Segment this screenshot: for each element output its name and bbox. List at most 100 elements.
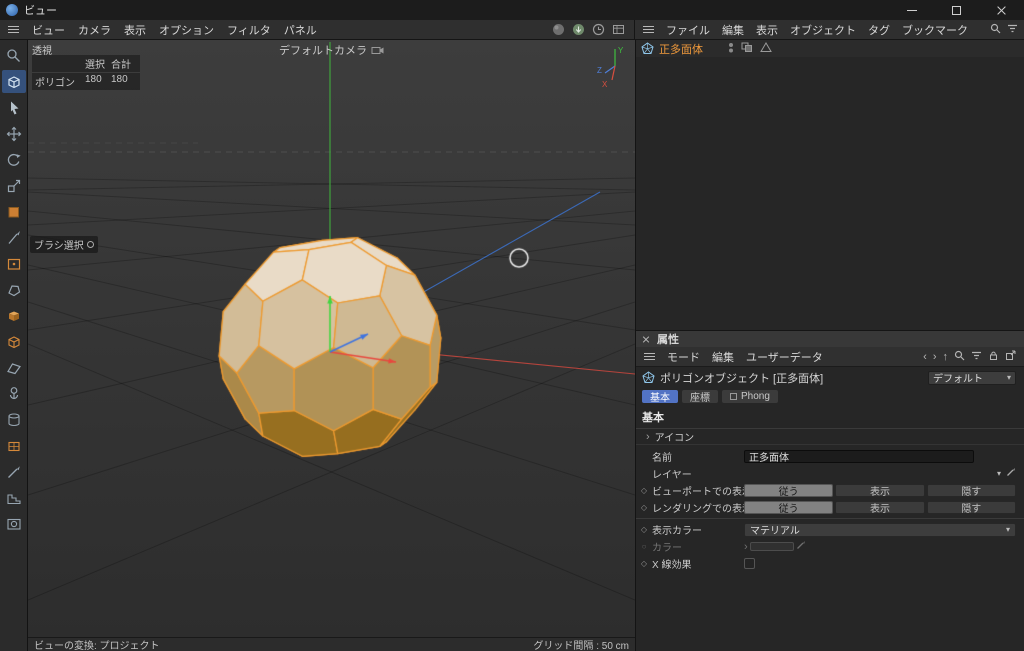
knife-tool-button[interactable]	[2, 226, 26, 249]
om-menu-edit[interactable]: 編集	[722, 22, 744, 38]
stairs-tool-button[interactable]	[2, 486, 26, 509]
cylinder-tool-button[interactable]	[2, 408, 26, 431]
minimize-button[interactable]	[889, 0, 934, 20]
cube-small-button[interactable]	[2, 434, 26, 457]
scale-tool-button[interactable]	[2, 174, 26, 197]
menu-options[interactable]: オプション	[159, 22, 214, 38]
cube-wire-button[interactable]	[2, 330, 26, 353]
render-vis-show-button[interactable]: 表示	[835, 501, 924, 514]
left-toolbar	[0, 40, 28, 651]
viewport-canvas[interactable]	[28, 40, 635, 637]
forward-icon[interactable]: ›	[933, 351, 937, 363]
viewport-vis-follow-button[interactable]: 従う	[744, 484, 833, 497]
render-vis-follow-button[interactable]: 従う	[744, 501, 833, 514]
pen-tool-button[interactable]	[2, 460, 26, 483]
attr-menu-mode[interactable]: モード	[667, 349, 700, 365]
object-manager-empty-area[interactable]	[636, 57, 1024, 330]
icon-group-row[interactable]: › アイコン	[636, 429, 1024, 445]
om-panel-menu-icon[interactable]	[643, 26, 654, 27]
search-icon[interactable]	[954, 350, 965, 364]
up-icon[interactable]: ↑	[943, 351, 949, 363]
lock-icon[interactable]	[988, 350, 999, 364]
menu-camera[interactable]: カメラ	[78, 22, 111, 38]
attribute-panel-title: 属性	[657, 331, 679, 347]
viewport-vis-show-button[interactable]: 表示	[835, 484, 924, 497]
search-icon[interactable]	[990, 21, 1001, 39]
layer-field-label: レイヤー	[652, 466, 744, 481]
render-visibility-label: レンダリングでの表示	[652, 500, 744, 515]
xray-checkbox[interactable]	[744, 558, 755, 569]
object-header-text: ポリゴンオブジェクト [正多面体]	[660, 370, 823, 386]
camera-label[interactable]: デフォルトカメラ	[279, 42, 384, 58]
app-window: ビュー ビュー カメラ 表示 オプション フィルタ パネル ファイル	[0, 0, 1024, 651]
anim-dot-icon[interactable]: ◇	[636, 525, 652, 534]
plane-tool-button[interactable]	[2, 356, 26, 379]
preset-dropdown[interactable]: デフォルト ▾	[928, 371, 1016, 385]
stats-selected-header: 選択	[85, 56, 111, 71]
name-input[interactable]	[744, 450, 974, 463]
render-history-icon[interactable]	[591, 22, 606, 37]
render-vis-hide-button[interactable]: 隠す	[927, 501, 1016, 514]
navigation-cube-button[interactable]	[2, 70, 26, 93]
capture-frame-button[interactable]	[2, 512, 26, 535]
maximize-button[interactable]	[934, 0, 979, 20]
om-menu-object[interactable]: オブジェクト	[790, 22, 856, 38]
attr-panel-menu-icon[interactable]	[644, 353, 655, 354]
brush-select-badge[interactable]: ブラシ選択	[30, 236, 98, 253]
brush-select-label: ブラシ選択	[34, 237, 84, 252]
om-menu-file[interactable]: ファイル	[666, 22, 710, 38]
polygon-tool-button[interactable]	[2, 278, 26, 301]
selection-arrow-button[interactable]	[2, 96, 26, 119]
viewport-3d-area[interactable]: 透視 デフォルトカメラ 選択 合計 ポリゴン 180 180	[28, 40, 635, 637]
attribute-empty-area	[636, 572, 1024, 651]
object-name[interactable]: 正多面体	[659, 41, 703, 57]
close-attr-icon[interactable]	[642, 335, 650, 343]
visibility-dots-icon[interactable]	[728, 42, 734, 56]
filter-icon[interactable]	[971, 350, 982, 364]
tab-basic[interactable]: 基本	[642, 390, 678, 403]
attr-menu-edit[interactable]: 編集	[712, 349, 734, 365]
frame-tool-button[interactable]	[2, 252, 26, 275]
render-picture-icon[interactable]	[571, 22, 586, 37]
tab-phong[interactable]: Phong	[722, 390, 778, 403]
menu-display[interactable]: 表示	[124, 22, 146, 38]
render-settings-icon[interactable]	[611, 22, 626, 37]
display-squares-icon[interactable]	[741, 42, 753, 56]
om-menu-bookmark[interactable]: ブックマーク	[902, 22, 968, 38]
close-button[interactable]	[979, 0, 1024, 20]
anim-dot-icon[interactable]: ◇	[636, 503, 652, 512]
object-row-icons	[728, 42, 772, 56]
pencil-icon[interactable]	[1006, 467, 1016, 480]
popout-icon[interactable]	[1005, 350, 1016, 364]
back-icon[interactable]: ‹	[923, 351, 927, 363]
menu-panel[interactable]: パネル	[284, 22, 317, 38]
attribute-menubar: モード 編集 ユーザーデータ ‹ › ↑	[636, 347, 1024, 367]
joint-tool-button[interactable]	[2, 382, 26, 405]
object-row[interactable]: 正多面体	[636, 40, 1024, 57]
om-menu-tag[interactable]: タグ	[868, 22, 890, 38]
zoom-tool-button[interactable]	[2, 44, 26, 67]
menu-row: ビュー カメラ 表示 オプション フィルタ パネル ファイル 編集 表示 オブジ…	[0, 20, 1024, 40]
menu-view[interactable]: ビュー	[32, 22, 65, 38]
color-swatch[interactable]	[2, 200, 26, 223]
object-manager-menubar: ファイル 編集 表示 オブジェクト タグ ブックマーク	[635, 20, 1024, 39]
om-menu-view[interactable]: 表示	[756, 22, 778, 38]
polygon-tag-icon[interactable]	[760, 42, 772, 56]
rotate-tool-button[interactable]	[2, 148, 26, 171]
attr-menu-userdata[interactable]: ユーザーデータ	[746, 349, 823, 365]
chevron-down-icon[interactable]: ▾	[997, 469, 1001, 478]
render-visibility-row: ◇ レンダリングでの表示 従う 表示 隠す	[636, 499, 1024, 516]
anim-dot-icon[interactable]: ◇	[636, 486, 652, 495]
panel-menu-icon[interactable]	[8, 26, 19, 27]
move-tool-button[interactable]	[2, 122, 26, 145]
filter-icon[interactable]	[1007, 21, 1018, 39]
tab-coordinates[interactable]: 座標	[682, 390, 718, 403]
anim-dot-icon[interactable]: ◇	[636, 559, 652, 568]
render-view-icon[interactable]	[551, 22, 566, 37]
right-panel: 正多面体 属性 モード 編集 ユー	[635, 40, 1024, 651]
display-color-dropdown[interactable]: マテリアル ▾	[744, 523, 1016, 537]
viewport-visibility-row: ◇ ビューポートでの表示 従う 表示 隠す	[636, 482, 1024, 499]
cube-primitive-button[interactable]	[2, 304, 26, 327]
viewport-vis-hide-button[interactable]: 隠す	[927, 484, 1016, 497]
menu-filter[interactable]: フィルタ	[227, 22, 271, 38]
